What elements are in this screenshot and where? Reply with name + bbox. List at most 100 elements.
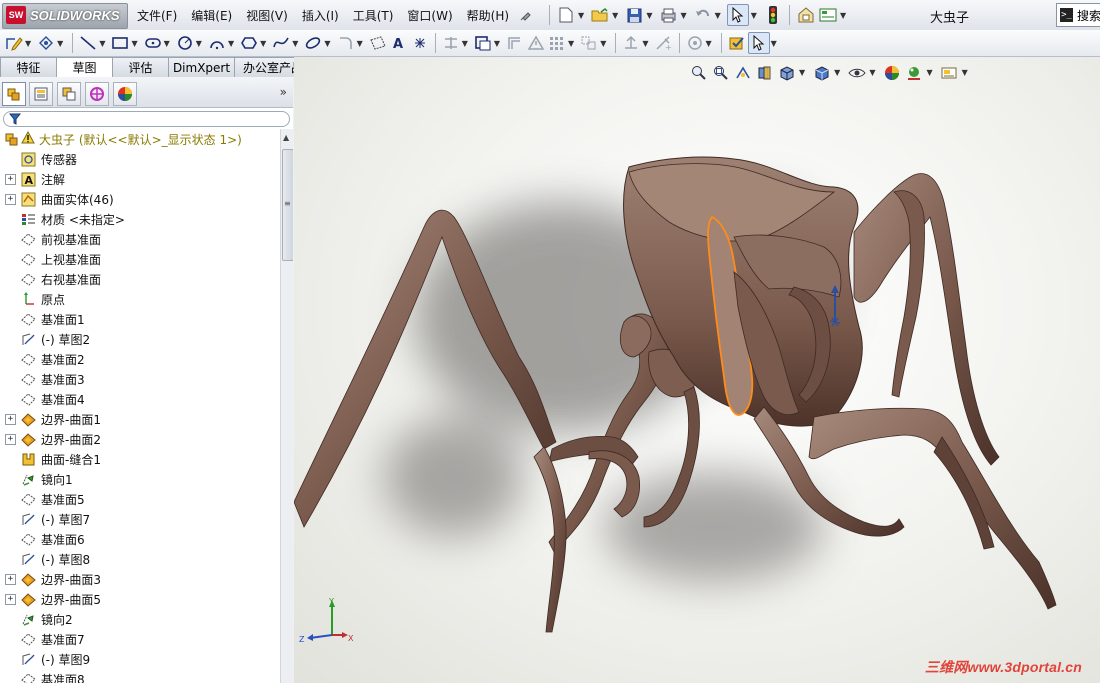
tab-sketch[interactable]: 草图	[56, 57, 113, 77]
tree-item[interactable]: (-) 草图9	[0, 649, 280, 669]
open-dropdown-icon[interactable]: ▼	[612, 11, 618, 20]
tree-item[interactable]: 基准面7	[0, 629, 280, 649]
polygon-dropdown-icon[interactable]: ▼	[260, 39, 266, 48]
featuremanager-tree-icon[interactable]	[2, 82, 26, 106]
print-dropdown-icon[interactable]: ▼	[680, 11, 686, 20]
undo-dropdown-icon[interactable]: ▼	[715, 11, 721, 20]
expand-toggle-icon[interactable]: +	[5, 573, 16, 585]
tree-item[interactable]: 基准面2	[0, 349, 280, 369]
instant-3d-icon[interactable]	[727, 33, 747, 53]
view-settings-dropdown-icon[interactable]: ▼	[962, 68, 968, 77]
trim-entities-icon[interactable]	[441, 33, 461, 53]
search-commands[interactable]: >_ 搜索	[1056, 3, 1100, 27]
new-dropdown-icon[interactable]: ▼	[578, 11, 584, 20]
circle-dropdown-icon[interactable]: ▼	[196, 39, 202, 48]
repair-sketch-icon[interactable]	[621, 33, 641, 53]
rebuild-traffic-light-icon[interactable]	[763, 5, 783, 25]
apply-scene-icon[interactable]	[904, 63, 923, 82]
section-view-icon[interactable]	[755, 63, 774, 82]
slot-dropdown-icon[interactable]: ▼	[164, 39, 170, 48]
spline-icon[interactable]	[271, 33, 291, 53]
solidworks-logo[interactable]: SW SOLIDWORKS	[2, 3, 128, 29]
tree-item[interactable]: 前视基准面	[0, 229, 280, 249]
tree-item[interactable]: 曲面-缝合1	[0, 449, 280, 469]
move-entities-icon[interactable]	[579, 33, 599, 53]
rectangle-dropdown-icon[interactable]: ▼	[131, 39, 137, 48]
expand-toggle-icon[interactable]: +	[5, 413, 16, 425]
edit-appearance-icon[interactable]	[882, 63, 901, 82]
select-arrow-icon[interactable]	[747, 32, 770, 54]
ellipse-dropdown-icon[interactable]: ▼	[324, 39, 330, 48]
pin-menu-icon[interactable]	[516, 5, 536, 25]
tree-item[interactable]: 基准面1	[0, 309, 280, 329]
menu-view[interactable]: 视图(V)	[239, 7, 295, 24]
rectangle-icon[interactable]	[110, 33, 130, 53]
tree-item[interactable]: + 边界-曲面2	[0, 429, 280, 449]
undo-icon[interactable]	[693, 5, 713, 25]
tree-item[interactable]: (-) 草图8	[0, 549, 280, 569]
sketch-dropdown-icon[interactable]: ▼	[25, 39, 31, 48]
tree-item[interactable]: (-) 草图2	[0, 329, 280, 349]
fillet-icon[interactable]	[336, 33, 356, 53]
offset-entities-icon[interactable]	[505, 33, 525, 53]
menu-edit[interactable]: 编辑(E)	[184, 7, 239, 24]
select-dropdown-icon[interactable]: ▼	[751, 11, 757, 20]
options-icon[interactable]	[818, 5, 838, 25]
tree-item[interactable]: 基准面8	[0, 669, 280, 683]
model-view[interactable]	[294, 57, 1100, 683]
tree-item[interactable]: + A 注解	[0, 169, 280, 189]
hide-show-dropdown-icon[interactable]: ▼	[869, 68, 875, 77]
arc-dropdown-icon[interactable]: ▼	[228, 39, 234, 48]
select-cursor-icon[interactable]	[726, 4, 749, 26]
tree-item[interactable]: + 边界-曲面5	[0, 589, 280, 609]
repair-dropdown-icon[interactable]: ▼	[642, 39, 648, 48]
view-orientation-icon[interactable]	[777, 63, 796, 82]
tree-item[interactable]: 镜向2	[0, 609, 280, 629]
display-manager-icon[interactable]	[113, 82, 137, 106]
expand-toggle-icon[interactable]: +	[5, 193, 16, 205]
slot-icon[interactable]	[143, 33, 163, 53]
text-icon[interactable]: A	[389, 33, 409, 53]
sketch-icon[interactable]	[4, 33, 24, 53]
tree-root-part[interactable]: 大虫子 (默认<<默认>_显示状态 1>)	[0, 129, 280, 149]
line-dropdown-icon[interactable]: ▼	[99, 39, 105, 48]
convert-entities-icon[interactable]	[473, 33, 493, 53]
view-orientation-dropdown-icon[interactable]: ▼	[799, 68, 805, 77]
pattern-dropdown-icon[interactable]: ▼	[568, 39, 574, 48]
fillet-dropdown-icon[interactable]: ▼	[357, 39, 363, 48]
smart-dimension-icon[interactable]	[36, 33, 56, 53]
property-manager-icon[interactable]	[29, 82, 53, 106]
tree-item[interactable]: 原点	[0, 289, 280, 309]
zoom-to-area-icon[interactable]	[711, 63, 730, 82]
menu-insert[interactable]: 插入(I)	[295, 7, 346, 24]
tree-item[interactable]: + 边界-曲面1	[0, 409, 280, 429]
tree-item[interactable]: 镜向1	[0, 469, 280, 489]
apply-scene-dropdown-icon[interactable]: ▼	[926, 68, 932, 77]
select-filter-dropdown-icon[interactable]: ▼	[771, 39, 777, 48]
print-icon[interactable]	[658, 5, 678, 25]
options-dropdown-icon[interactable]: ▼	[840, 11, 846, 20]
polygon-icon[interactable]	[239, 33, 259, 53]
new-document-icon[interactable]	[556, 5, 576, 25]
dimxpert-manager-icon[interactable]	[85, 82, 109, 106]
move-dropdown-icon[interactable]: ▼	[600, 39, 606, 48]
trim-dropdown-icon[interactable]: ▼	[462, 39, 468, 48]
rapid-sketch-icon[interactable]	[685, 33, 705, 53]
view-settings-icon[interactable]	[940, 63, 959, 82]
tab-evaluate[interactable]: 评估	[112, 57, 169, 77]
ellipse-icon[interactable]	[303, 33, 323, 53]
expand-toggle-icon[interactable]: +	[5, 433, 16, 445]
graphics-area[interactable]: ▼ ▼ ▼ ▼ ▼ Y X Z 三维网www.3dportal.cn	[294, 57, 1100, 683]
save-icon[interactable]	[624, 5, 644, 25]
expand-toggle-icon[interactable]: +	[5, 173, 16, 185]
dimension-dropdown-icon[interactable]: ▼	[57, 39, 63, 48]
spline-dropdown-icon[interactable]: ▼	[292, 39, 298, 48]
rapid-dropdown-icon[interactable]: ▼	[706, 39, 712, 48]
tree-item[interactable]: 右视基准面	[0, 269, 280, 289]
menu-file[interactable]: 文件(F)	[130, 7, 184, 24]
display-style-icon[interactable]	[812, 63, 831, 82]
tree-item[interactable]: 材质 <未指定>	[0, 209, 280, 229]
tree-item[interactable]: (-) 草图7	[0, 509, 280, 529]
menu-tools[interactable]: 工具(T)	[346, 7, 401, 24]
scroll-up-icon[interactable]: ▲	[283, 133, 289, 142]
